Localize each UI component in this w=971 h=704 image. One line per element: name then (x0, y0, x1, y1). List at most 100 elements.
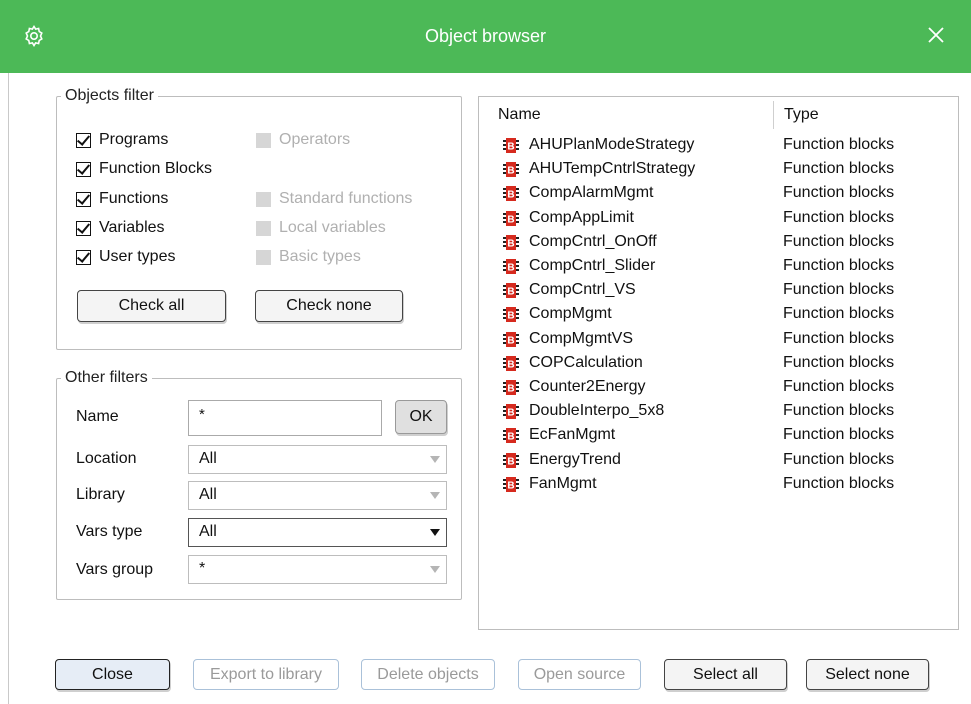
list-item[interactable]: B AHUTempCntrlStrategy Function blocks (479, 157, 958, 181)
ok-button[interactable]: OK (395, 400, 447, 434)
location-value: All (199, 450, 217, 467)
function-block-icon: B (503, 307, 519, 323)
checkbox-box[interactable] (256, 132, 271, 148)
object-type: Function blocks (783, 160, 895, 178)
list-item[interactable]: B EnergyTrend Function blocks (479, 448, 958, 472)
list-item[interactable]: B CompAppLimit Function blocks (479, 206, 958, 230)
list-item[interactable]: B COPCalculation Function blocks (479, 351, 958, 375)
checkbox-operators[interactable]: Operators (256, 128, 350, 152)
vars-type-value: All (199, 523, 217, 540)
object-name: CompCntrl_VS (529, 281, 636, 299)
object-name: Counter2Energy (529, 378, 646, 395)
checkbox-label: Functions (99, 190, 169, 207)
function-block-icon: B (503, 186, 519, 202)
checkbox-basic-types[interactable]: Basic types (256, 245, 361, 269)
checkbox-box[interactable] (256, 191, 271, 207)
vars-type-select[interactable]: All (188, 518, 447, 547)
checkbox-box[interactable] (76, 220, 91, 236)
checkbox-user-types[interactable]: User types (76, 245, 175, 269)
name-label: Name (76, 408, 119, 425)
function-block-icon-letter: B (507, 287, 514, 298)
function-block-icon-letter: B (507, 166, 514, 177)
column-separator[interactable] (773, 101, 774, 129)
checkbox-programs[interactable]: Programs (76, 128, 168, 152)
checkbox-box[interactable] (76, 132, 91, 148)
check-none-button[interactable]: Check none (255, 290, 403, 322)
checkbox-box[interactable] (76, 191, 91, 207)
list-item[interactable]: B DoubleInterpo_5x8 Function blocks (479, 399, 958, 423)
object-type: Function blocks (783, 378, 895, 395)
close-button[interactable]: Close (55, 659, 170, 690)
function-block-icon-letter: B (507, 359, 514, 370)
checkbox-functions[interactable]: Functions (76, 187, 168, 211)
vars-group-select[interactable]: * (188, 555, 447, 584)
delete-objects-button[interactable]: Delete objects (361, 659, 495, 690)
checkbox-box[interactable] (76, 249, 91, 265)
checkbox-box[interactable] (256, 249, 271, 265)
object-name: CompCntrl_Slider (529, 257, 656, 274)
checkbox-box[interactable] (76, 161, 91, 177)
select-all-button[interactable]: Select all (664, 659, 787, 690)
objects-filter-legend: Objects filter (65, 87, 154, 104)
checkbox-local-variables[interactable]: Local variables (256, 216, 386, 240)
select-none-button[interactable]: Select none (806, 659, 929, 690)
list-item[interactable]: B CompMgmt Function blocks (479, 302, 958, 326)
column-header-type[interactable]: Type (784, 106, 819, 124)
object-name: CompAlarmMgmt (529, 184, 654, 202)
function-block-icon: B (503, 234, 519, 250)
list-item[interactable]: B CompCntrl_OnOff Function blocks (479, 230, 958, 254)
function-block-icon: B (503, 283, 519, 299)
object-name: DoubleInterpo_5x8 (529, 402, 665, 420)
checkbox-label: Local variables (279, 219, 386, 236)
object-name: CompAppLimit (529, 208, 634, 226)
check-all-button[interactable]: Check all (77, 290, 226, 322)
object-type: Function blocks (783, 257, 895, 274)
checkbox-box[interactable] (256, 220, 271, 236)
object-type: Function blocks (783, 402, 895, 420)
function-block-icon-letter: B (507, 142, 514, 153)
function-block-icon: B (503, 259, 519, 274)
list-item[interactable]: B CompMgmtVS Function blocks (479, 327, 958, 351)
checkbox-function-blocks[interactable]: Function Blocks (76, 157, 212, 181)
checkbox-label: Standard functions (279, 190, 413, 207)
list-item[interactable]: B CompAlarmMgmt Function blocks (479, 181, 958, 205)
library-select[interactable]: All (188, 481, 447, 510)
checkbox-label: Function Blocks (99, 160, 212, 177)
function-block-icon-letter: B (507, 238, 514, 249)
checkbox-label: Variables (99, 219, 165, 236)
list-item[interactable]: B EcFanMgmt Function blocks (479, 423, 958, 447)
location-label: Location (76, 450, 137, 467)
function-block-icon: B (503, 404, 519, 420)
function-block-icon-letter: B (507, 311, 514, 322)
vars-group-label: Vars group (76, 561, 154, 578)
column-header-name[interactable]: Name (498, 106, 541, 124)
object-list[interactable]: Name Type B AHUPlanModeStrategy Function b… (478, 96, 959, 630)
function-block-icon-letter: B (507, 190, 514, 201)
export-to-library-button[interactable]: Export to library (193, 659, 339, 690)
function-block-icon: B (503, 162, 519, 178)
chevron-down-icon (430, 529, 440, 536)
list-item[interactable]: B AHUPlanModeStrategy Function blocks (479, 133, 958, 157)
list-item[interactable]: B Counter2Energy Function blocks (479, 375, 958, 399)
object-name: EnergyTrend (529, 450, 621, 468)
list-item[interactable]: B FanMgmt Function blocks (479, 472, 958, 496)
chevron-down-icon (430, 456, 440, 463)
function-block-icon-letter: B (507, 480, 514, 491)
open-source-button[interactable]: Open source (518, 659, 641, 690)
list-item[interactable]: B CompCntrl_Slider Function blocks (479, 254, 958, 278)
object-type: Function blocks (783, 136, 895, 153)
location-select[interactable]: All (188, 445, 447, 474)
library-label: Library (76, 486, 125, 503)
list-item[interactable]: B CompCntrl_VS Function blocks (479, 278, 958, 302)
name-input[interactable]: * (188, 400, 382, 436)
checkbox-standard-functions[interactable]: Standard functions (256, 187, 412, 211)
function-block-icon-letter: B (507, 214, 514, 225)
checkbox-label: User types (99, 248, 176, 265)
library-value: All (199, 486, 217, 503)
object-name: CompMgmtVS (529, 329, 634, 347)
window-title: Object browser (424, 26, 547, 46)
title-bar: Object browser (0, 0, 971, 73)
object-name: CompCntrl_OnOff (529, 232, 657, 250)
close-icon[interactable] (923, 22, 949, 48)
checkbox-variables[interactable]: Variables (76, 216, 165, 240)
